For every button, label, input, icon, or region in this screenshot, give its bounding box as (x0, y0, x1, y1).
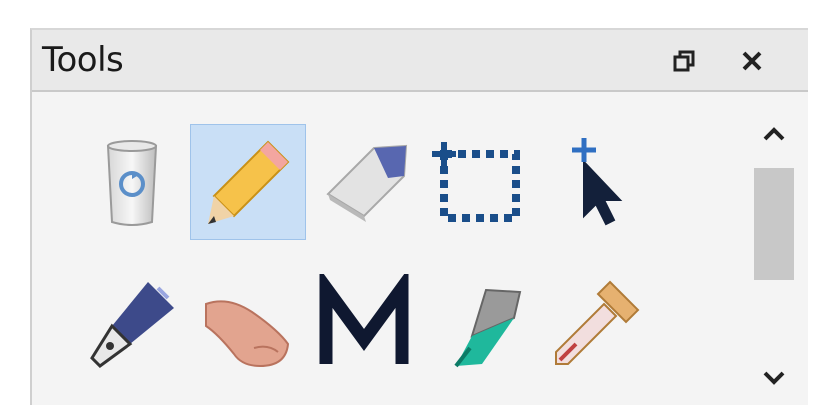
pointer-tool[interactable] (538, 124, 654, 240)
finger-smudge-tool[interactable] (190, 266, 306, 382)
close-icon (742, 51, 762, 71)
scroll-down-button[interactable] (754, 360, 794, 396)
eraser-icon (326, 144, 408, 222)
pointer-icon (572, 138, 623, 226)
panel-title: Tools (42, 40, 124, 80)
chevron-down-icon (763, 371, 785, 385)
dropper-tool[interactable] (538, 266, 654, 382)
tools-panel: Tools (30, 28, 808, 405)
m-letter-tool[interactable] (306, 266, 422, 382)
panel-titlebar[interactable]: Tools (32, 30, 808, 92)
pen-tool[interactable] (74, 266, 190, 382)
restore-button[interactable] (664, 42, 704, 80)
recycle-bin-icon (106, 140, 158, 226)
chevron-up-icon (763, 127, 785, 141)
rectangle-select-tool[interactable] (422, 124, 538, 240)
marker-icon (454, 288, 522, 368)
pencil-icon (208, 140, 290, 224)
scroll-thumb[interactable] (754, 168, 794, 280)
finger-smudge-icon (205, 300, 290, 368)
restore-icon (673, 50, 695, 72)
vertical-scrollbar[interactable] (748, 116, 800, 406)
recycle-bin-tool[interactable] (74, 124, 190, 240)
close-button[interactable] (732, 42, 772, 80)
pencil-tool[interactable] (190, 124, 306, 240)
eraser-tool[interactable] (306, 124, 422, 240)
m-letter-icon (319, 274, 409, 364)
pen-icon (90, 282, 174, 368)
scroll-up-button[interactable] (754, 116, 794, 152)
dropper-icon (555, 280, 640, 365)
marker-tool[interactable] (422, 266, 538, 382)
rectangle-select-icon (432, 142, 520, 222)
